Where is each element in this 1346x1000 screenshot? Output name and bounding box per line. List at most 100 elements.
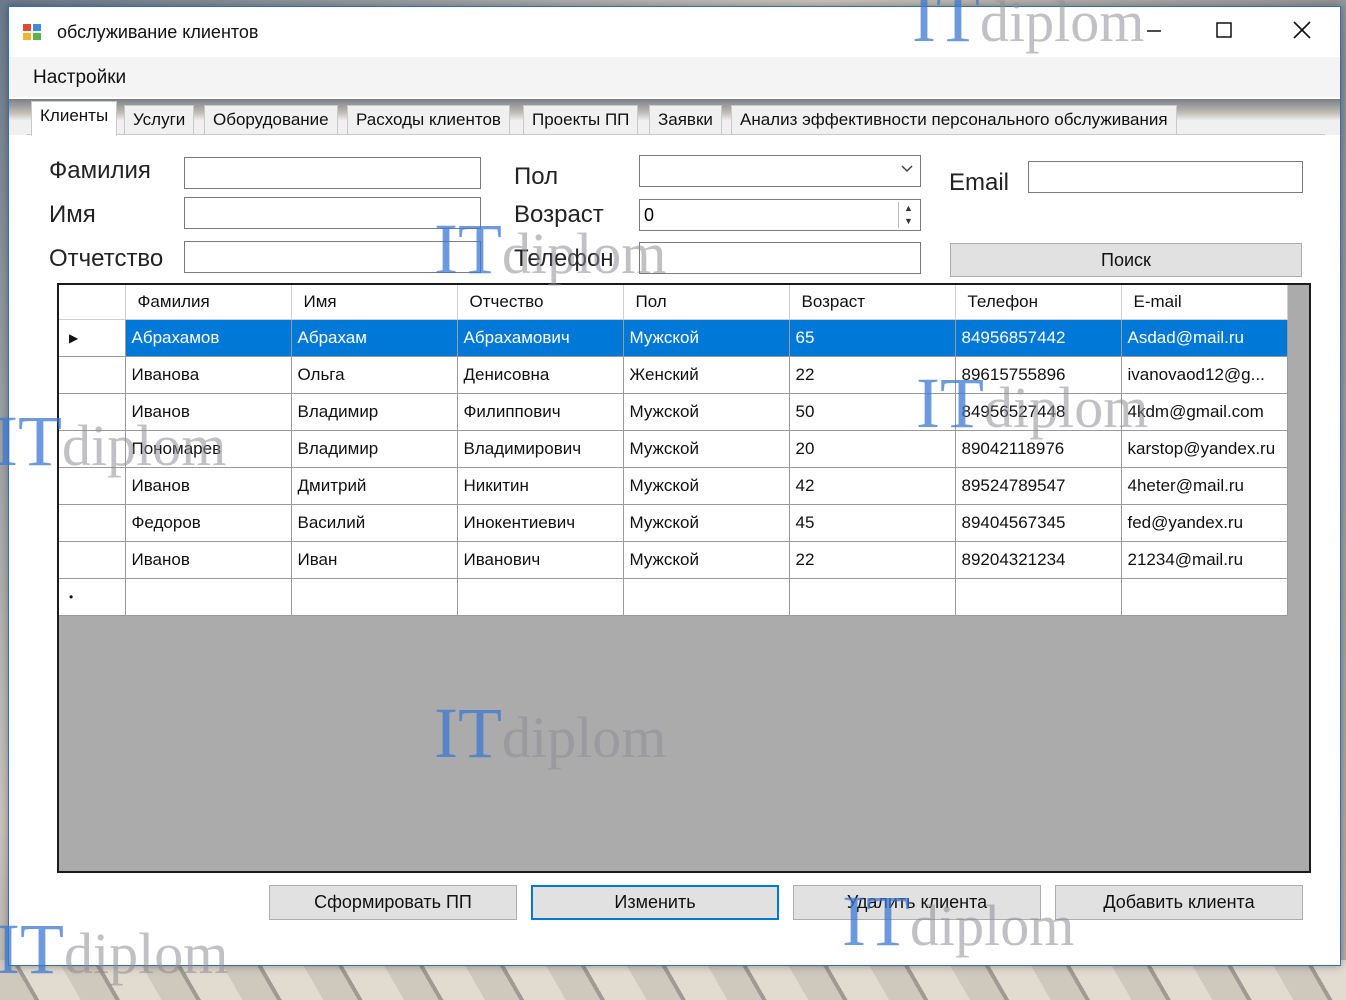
- table-cell[interactable]: 89524789547: [955, 467, 1122, 505]
- table-row[interactable]: Пономарев Владимир Владимирович Мужской 20 89…: [59, 430, 1288, 468]
- generate-pp-button[interactable]: Сформировать ПП: [269, 885, 517, 920]
- table-cell[interactable]: 89042118976: [955, 430, 1122, 468]
- table-cell[interactable]: [1121, 578, 1288, 616]
- table-cell[interactable]: [955, 578, 1122, 616]
- tab-projects[interactable]: Проекты ПП: [523, 105, 639, 135]
- maximize-button[interactable]: [1189, 7, 1259, 53]
- patronymic-field[interactable]: [184, 241, 481, 273]
- table-cell[interactable]: Иван: [291, 541, 458, 579]
- tab-services[interactable]: Услуги: [124, 105, 195, 135]
- row-header[interactable]: [59, 430, 126, 468]
- close-button[interactable]: [1267, 7, 1337, 53]
- gender-select[interactable]: [639, 155, 921, 187]
- table-cell[interactable]: Женский: [623, 356, 790, 394]
- table-cell[interactable]: 22: [789, 541, 956, 579]
- row-header[interactable]: [59, 467, 126, 505]
- table-cell[interactable]: Мужской: [623, 541, 790, 579]
- age-stepper[interactable]: 0 ▲ ▼: [639, 199, 921, 231]
- table-cell[interactable]: Инокентиевич: [457, 504, 624, 542]
- minimize-button[interactable]: [1119, 7, 1189, 53]
- tab-analysis[interactable]: Анализ эффективности персонального обслу…: [731, 105, 1177, 135]
- table-cell[interactable]: 42: [789, 467, 956, 505]
- row-header[interactable]: ▶: [59, 319, 126, 357]
- table-cell[interactable]: Василий: [291, 504, 458, 542]
- row-header[interactable]: [59, 504, 126, 542]
- column-header[interactable]: Имя: [291, 285, 458, 320]
- table-cell[interactable]: Иванов: [125, 467, 292, 505]
- name-field[interactable]: [184, 197, 481, 229]
- table-cell[interactable]: [623, 578, 790, 616]
- column-header[interactable]: E-mail: [1121, 285, 1288, 320]
- table-cell[interactable]: 21234@mail.ru: [1121, 541, 1288, 579]
- table-cell[interactable]: 4kdm@gmail.com: [1121, 393, 1288, 431]
- table-cell[interactable]: [125, 578, 292, 616]
- table-cell[interactable]: Ольга: [291, 356, 458, 394]
- search-button[interactable]: Поиск: [950, 243, 1302, 277]
- table-cell[interactable]: 89615755896: [955, 356, 1122, 394]
- table-cell[interactable]: Владимирович: [457, 430, 624, 468]
- new-row[interactable]: •: [59, 578, 1288, 616]
- table-cell[interactable]: [457, 578, 624, 616]
- title-bar[interactable]: обслуживание клиентов: [9, 7, 1340, 57]
- row-header[interactable]: [59, 356, 126, 394]
- table-cell[interactable]: 89204321234: [955, 541, 1122, 579]
- table-cell[interactable]: [291, 578, 458, 616]
- table-cell[interactable]: Пономарев: [125, 430, 292, 468]
- table-cell[interactable]: Федоров: [125, 504, 292, 542]
- table-row[interactable]: Федоров Василий Инокентиевич Мужской 45 89404…: [59, 504, 1288, 542]
- table-row[interactable]: Иванов Иван Иванович Мужской 22 89204321234 21…: [59, 541, 1288, 579]
- table-row[interactable]: ▶ Абрахамов Абрахам Абрахамович Мужской 65 849…: [59, 319, 1288, 357]
- email-field[interactable]: [1028, 161, 1303, 193]
- table-cell[interactable]: Мужской: [623, 319, 790, 357]
- table-row[interactable]: Иванов Дмитрий Никитин Мужской 42 89524789547…: [59, 467, 1288, 505]
- table-row[interactable]: Иванов Владимир Филиппович Мужской 50 8495652…: [59, 393, 1288, 431]
- menu-settings[interactable]: Настройки: [33, 67, 126, 89]
- table-cell[interactable]: Иванов: [125, 541, 292, 579]
- spin-down-icon[interactable]: ▼: [899, 215, 918, 228]
- surname-field[interactable]: [184, 157, 481, 189]
- age-spin-buttons[interactable]: ▲ ▼: [898, 202, 918, 228]
- row-header[interactable]: [59, 393, 126, 431]
- phone-field[interactable]: [639, 242, 921, 274]
- table-cell[interactable]: Дмитрий: [291, 467, 458, 505]
- table-cell[interactable]: Филиппович: [457, 393, 624, 431]
- table-cell[interactable]: ivanovaod12@g...: [1121, 356, 1288, 394]
- clients-table[interactable]: Фамилия Имя Отчество Пол Возраст Телефон…: [59, 285, 1288, 616]
- tab-client-expenses[interactable]: Расходы клиентов: [347, 105, 510, 135]
- table-cell[interactable]: Владимир: [291, 430, 458, 468]
- table-cell[interactable]: Asdad@mail.ru: [1121, 319, 1288, 357]
- table-cell[interactable]: Иванова: [125, 356, 292, 394]
- delete-client-button[interactable]: Удалить клиента: [793, 885, 1041, 920]
- table-row[interactable]: Иванова Ольга Денисовна Женский 22 8961575589…: [59, 356, 1288, 394]
- table-cell[interactable]: 22: [789, 356, 956, 394]
- table-cell[interactable]: Владимир: [291, 393, 458, 431]
- tab-requests[interactable]: Заявки: [649, 105, 722, 135]
- table-cell[interactable]: Мужской: [623, 393, 790, 431]
- column-header[interactable]: Пол: [623, 285, 790, 320]
- table-cell[interactable]: [789, 578, 956, 616]
- table-cell[interactable]: 65: [789, 319, 956, 357]
- table-cell[interactable]: Никитин: [457, 467, 624, 505]
- table-cell[interactable]: Абрахамович: [457, 319, 624, 357]
- table-cell[interactable]: 50: [789, 393, 956, 431]
- tab-equipment[interactable]: Оборудование: [204, 105, 338, 135]
- column-header[interactable]: Телефон: [955, 285, 1122, 320]
- row-header[interactable]: [59, 541, 126, 579]
- table-cell[interactable]: 89404567345: [955, 504, 1122, 542]
- tab-clients[interactable]: Клиенты: [31, 101, 118, 136]
- table-cell[interactable]: Абрахамов: [125, 319, 292, 357]
- spin-up-icon[interactable]: ▲: [899, 202, 918, 215]
- table-cell[interactable]: Мужской: [623, 504, 790, 542]
- table-cell[interactable]: 4heter@mail.ru: [1121, 467, 1288, 505]
- new-row-marker[interactable]: •: [59, 578, 126, 616]
- table-cell[interactable]: 20: [789, 430, 956, 468]
- table-cell[interactable]: fed@yandex.ru: [1121, 504, 1288, 542]
- table-cell[interactable]: Абрахам: [291, 319, 458, 357]
- clients-grid[interactable]: Фамилия Имя Отчество Пол Возраст Телефон…: [57, 283, 1311, 873]
- table-cell[interactable]: karstop@yandex.ru: [1121, 430, 1288, 468]
- edit-button[interactable]: Изменить: [531, 885, 779, 920]
- table-cell[interactable]: Мужской: [623, 430, 790, 468]
- table-cell[interactable]: 45: [789, 504, 956, 542]
- column-header[interactable]: Возраст: [789, 285, 956, 320]
- table-cell[interactable]: Мужской: [623, 467, 790, 505]
